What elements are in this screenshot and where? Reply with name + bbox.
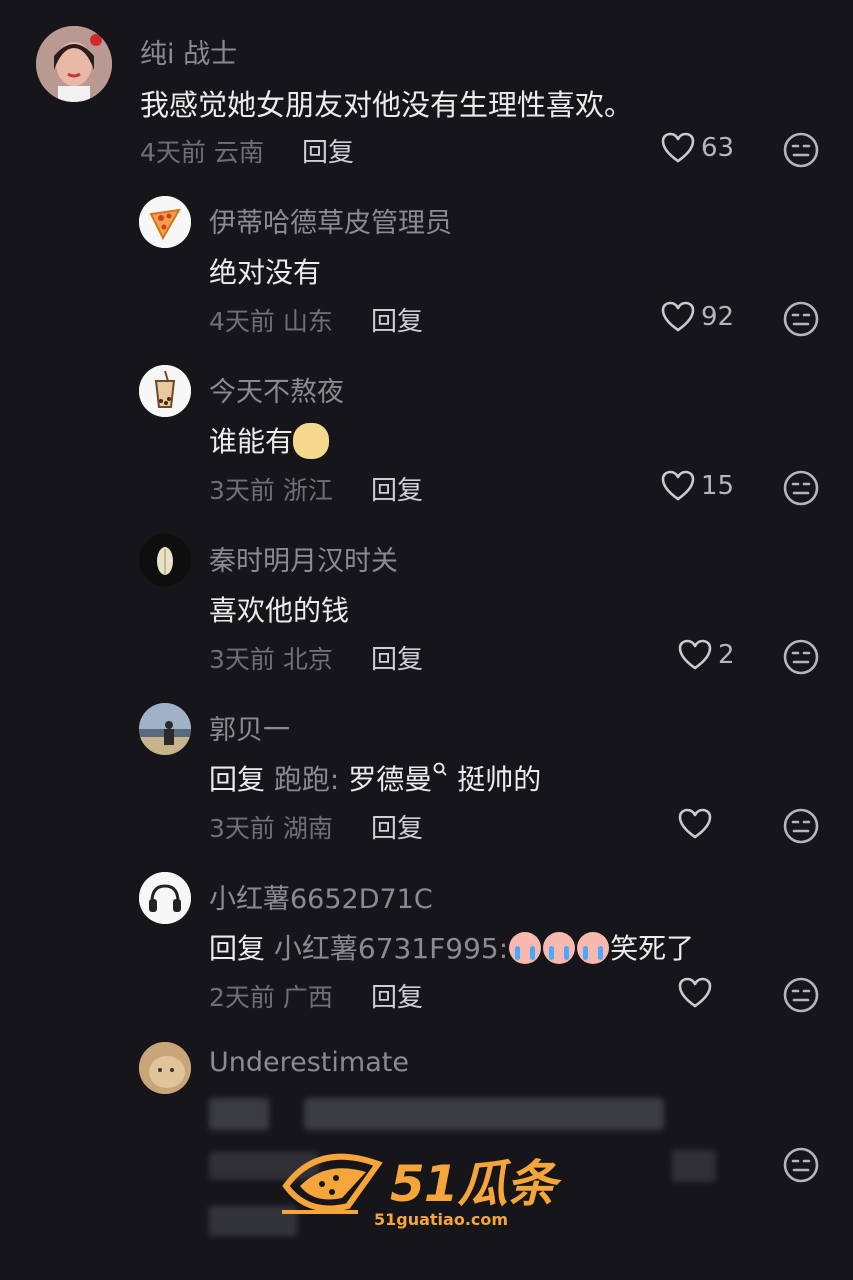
reply-button[interactable]: 回复 [371,470,423,507]
dislike-icon[interactable] [782,1146,820,1184]
blurred-text [304,1098,664,1130]
heart-icon [661,470,695,501]
comment-text: 喜欢他的钱 [209,594,350,627]
avatar[interactable] [139,872,191,924]
comment-text-suffix: 挺帅的 [457,763,542,796]
timestamp: 3天前 [209,645,275,674]
reply-button[interactable]: 回复 [371,301,423,338]
timestamp: 4天前 [140,138,206,167]
dislike-icon[interactable] [782,300,820,338]
comment-text: 回复 小红薯6731F995: 笑死了 [209,927,694,967]
username[interactable]: Underestimate [209,1047,409,1078]
username[interactable]: 今天不熬夜 [209,370,344,409]
location: 云南 [213,138,264,167]
comment-text: 绝对没有 [209,256,322,289]
reply-prefix: 回复 [209,763,266,796]
crying-laughing-emoji-icon [543,932,576,964]
timestamp: 3天前 [209,814,275,843]
heart-icon [661,301,695,332]
location: 浙江 [282,476,333,505]
reply-button[interactable]: 回复 [371,977,423,1014]
comment-meta: 2天前 广西 [209,978,333,1014]
location: 北京 [282,645,333,674]
watermelon-logo-icon [282,1153,383,1214]
avatar[interactable] [139,196,191,248]
dislike-icon[interactable] [782,976,820,1014]
like-button[interactable]: 15 [661,470,734,502]
dislike-icon[interactable] [782,638,820,676]
search-icon[interactable] [432,761,448,781]
comment-meta: 3天前 湖南 [209,809,333,845]
location: 山东 [282,307,333,336]
location: 湖南 [282,814,333,843]
crying-laughing-emoji-icon [509,932,542,964]
comment-text-content: 笑死了 [610,932,695,965]
comment-text: 我感觉她女朋友对他没有生理性喜欢。 [140,88,634,122]
blurred-text [672,1150,716,1182]
comment-meta: 4天前 云南 [140,133,264,169]
reply-button[interactable]: 回复 [302,132,354,169]
comment-meta: 3天前 北京 [209,640,333,676]
like-count: 2 [718,640,735,670]
like-button[interactable] [678,808,712,840]
comment-text-content: 罗德曼 [348,763,433,796]
like-count: 92 [701,302,735,332]
blurred-text [209,1098,269,1130]
timestamp: 4天前 [209,307,275,336]
like-button[interactable]: 2 [678,639,735,671]
dislike-icon[interactable] [782,469,820,507]
username[interactable]: 纯i 战士 [140,32,237,71]
timestamp: 2天前 [209,983,275,1012]
reply-prefix: 回复 [209,932,266,965]
watermark-brand: 51瓜条 [390,1155,557,1213]
username[interactable]: 秦时明月汉时关 [209,539,398,578]
reply-button[interactable]: 回复 [371,639,423,676]
location: 广西 [282,983,333,1012]
dislike-icon[interactable] [782,807,820,845]
comment-meta: 3天前 浙江 [209,471,333,507]
avatar[interactable] [139,365,191,417]
watermark: 51瓜条 51guatiao.com [278,1138,578,1238]
like-button[interactable] [678,977,712,1009]
sheep-emoji-icon [293,423,330,459]
heart-icon [678,977,712,1008]
avatar[interactable] [139,534,191,586]
watermark-url: 51guatiao.com [374,1210,509,1229]
username[interactable]: 伊蒂哈德草皮管理员 [209,201,452,240]
like-count: 15 [701,471,735,501]
like-button[interactable]: 63 [661,132,734,164]
like-count: 63 [701,133,735,163]
reply-target[interactable]: 小红薯6731F995: [274,932,508,965]
comment-text: 回复 跑跑: 罗德曼 挺帅的 [209,758,541,798]
comment-text-content: 谁能有 [209,425,294,458]
username[interactable]: 小红薯6652D71C [209,877,433,916]
timestamp: 3天前 [209,476,275,505]
crying-laughing-emoji-icon [577,932,610,964]
heart-icon [678,639,712,670]
username[interactable]: 郭贝一 [209,708,290,747]
avatar[interactable] [139,703,191,755]
reply-target[interactable]: 跑跑: [274,763,339,796]
reply-button[interactable]: 回复 [371,808,423,845]
like-button[interactable]: 92 [661,301,734,333]
comment-text: 谁能有 [209,420,330,460]
heart-icon [678,808,712,839]
comment-meta: 4天前 山东 [209,302,333,338]
dislike-icon[interactable] [782,131,820,169]
avatar[interactable] [36,26,112,102]
avatar[interactable] [139,1042,191,1094]
heart-icon [661,132,695,163]
